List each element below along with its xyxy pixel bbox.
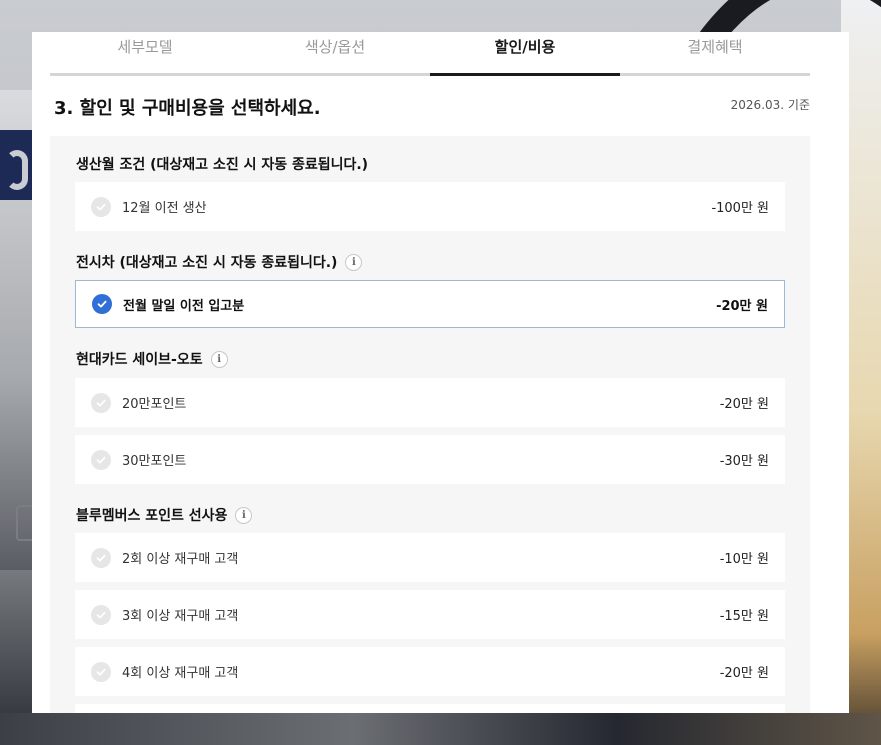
option-price: -30만 원 (719, 454, 769, 469)
option-price: -20만 원 (716, 298, 768, 314)
check-icon (91, 661, 111, 682)
option-label: 전월 말일 이전 입고분 (123, 298, 245, 314)
group-title-text: 생산월 조건 (대상재고 소진 시 자동 종료됩니다.) (76, 157, 369, 173)
option-label: 2회 이상 재구매 고객 (122, 552, 239, 567)
option-20man-points[interactable]: 20만포인트 -20만 원 (75, 378, 785, 427)
tab-discount-cost[interactable]: 할인/비용 (430, 32, 620, 76)
check-icon (91, 392, 111, 413)
option-30man-points[interactable]: 30만포인트 -30만 원 (75, 435, 785, 484)
group-title-display-car: 전시차 (대상재고 소진 시 자동 종료됩니다.) i (76, 252, 363, 272)
check-icon (91, 196, 111, 217)
option-label: 20만포인트 (122, 397, 187, 412)
purchase-panel: 세부모델 색상/옵션 할인/비용 결제혜택 3. 할인 및 구매비용을 선택하세… (32, 32, 849, 713)
discount-section: 생산월 조건 (대상재고 소진 시 자동 종료됩니다.) 12월 이전 생산 -… (50, 136, 810, 713)
option-label: 3회 이상 재구매 고객 (122, 609, 239, 624)
option-label: 30만포인트 (122, 454, 187, 469)
info-icon[interactable]: i (345, 253, 363, 271)
option-repurchase-2[interactable]: 2회 이상 재구매 고객 -10만 원 (75, 533, 785, 582)
group-title-blue-members: 블루멤버스 포인트 선사용 i (76, 505, 253, 525)
check-icon (91, 547, 111, 568)
group-title-text: 현대카드 세이브-오토 (76, 352, 203, 368)
option-production-december[interactable]: 12월 이전 생산 -100만 원 (75, 182, 785, 231)
option-repurchase-3[interactable]: 3회 이상 재구매 고객 -15만 원 (75, 590, 785, 639)
group-title-hyundai-card: 현대카드 세이브-오토 i (76, 349, 228, 369)
group-title-text: 블루멤버스 포인트 선사용 (76, 508, 228, 524)
option-price: -20만 원 (719, 666, 769, 681)
option-label: 12월 이전 생산 (122, 201, 207, 216)
option-price: -20만 원 (719, 397, 769, 412)
option-price: -15만 원 (719, 609, 769, 624)
check-icon (91, 604, 111, 625)
info-icon[interactable]: i (210, 350, 228, 368)
option-repurchase-4[interactable]: 4회 이상 재구매 고객 -20만 원 (75, 647, 785, 696)
check-icon (91, 449, 111, 470)
group-title-production-month: 생산월 조건 (대상재고 소진 시 자동 종료됩니다.) (76, 154, 368, 174)
tab-color-options[interactable]: 색상/옵션 (240, 32, 430, 73)
info-icon[interactable]: i (235, 506, 253, 524)
option-price: -10만 원 (719, 552, 769, 567)
group-title-text: 전시차 (대상재고 소진 시 자동 종료됩니다.) (76, 255, 338, 271)
option-price: -100만 원 (711, 201, 769, 216)
step-tabs: 세부모델 색상/옵션 할인/비용 결제혜택 (50, 32, 810, 76)
basis-date: 2026.03. 기준 (730, 98, 810, 112)
option-label: 4회 이상 재구매 고객 (122, 666, 239, 681)
tab-payment-benefits[interactable]: 결제혜택 (620, 32, 810, 73)
tab-model[interactable]: 세부모델 (50, 32, 240, 73)
option-display-car-previous-month[interactable]: 전월 말일 이전 입고분 -20만 원 (75, 280, 785, 328)
backdrop-bottom (0, 713, 881, 745)
option-partial-next[interactable] (75, 704, 785, 713)
backdrop-sign-letter (6, 150, 28, 190)
page-title: 3. 할인 및 구매비용을 선택하세요. (54, 98, 321, 119)
check-icon (92, 294, 112, 314)
